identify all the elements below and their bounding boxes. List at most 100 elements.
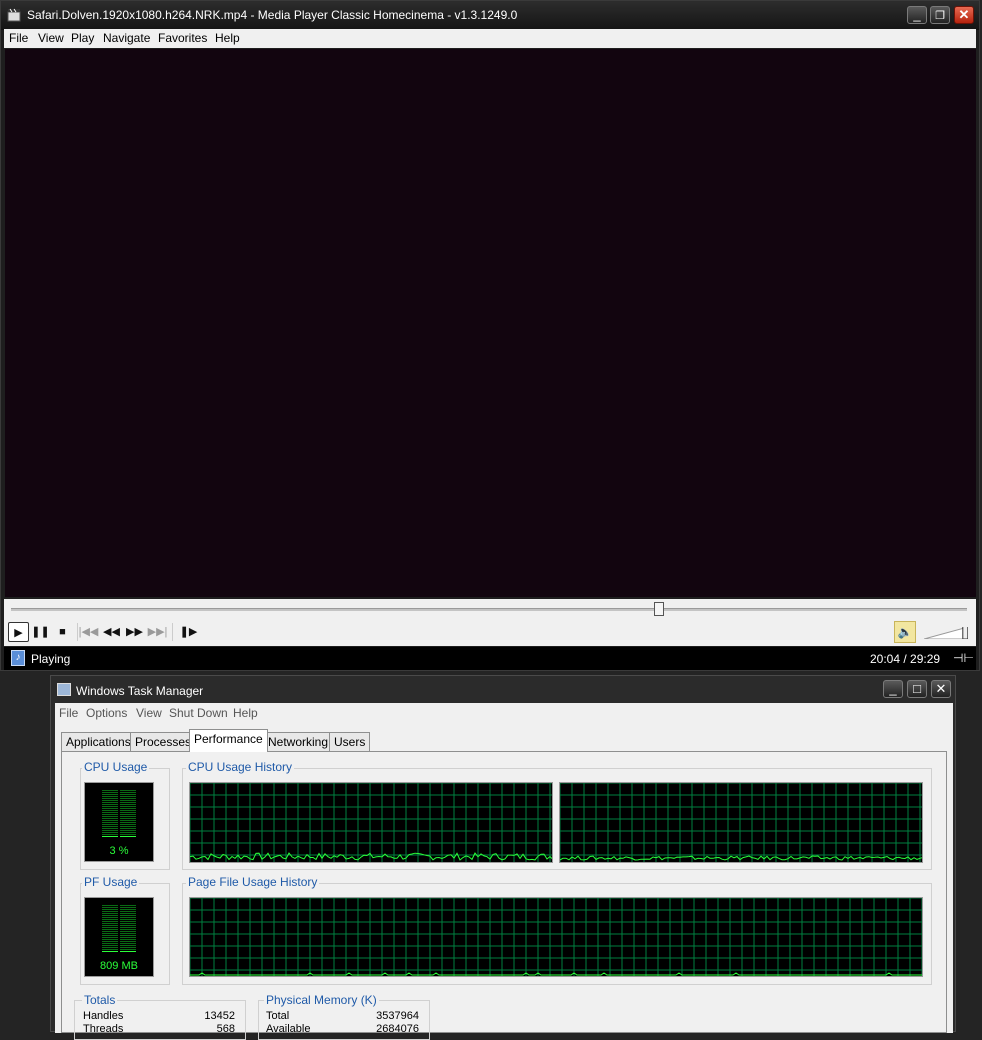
meter-segment: [102, 798, 118, 799]
meter-segment: [102, 806, 118, 807]
meter-segment: [102, 929, 118, 930]
meter-segment: [102, 804, 118, 805]
tab-networking[interactable]: Networking: [263, 732, 334, 751]
menu-file[interactable]: File: [59, 706, 78, 720]
meter-segment: [102, 919, 118, 920]
meter-segment: [120, 927, 136, 928]
menu-bar: File Options View Shut Down Help: [55, 703, 953, 723]
meter-segment: [120, 907, 136, 908]
cpu-history-label: CPU Usage History: [186, 760, 295, 774]
tab-applications[interactable]: Applications: [61, 732, 136, 751]
meter-segment: [120, 947, 136, 948]
rewind-button[interactable]: ◀◀: [101, 622, 122, 642]
menu-options[interactable]: Options: [86, 706, 127, 720]
meter-segment: [120, 826, 136, 827]
seek-thumb[interactable]: [654, 602, 665, 616]
frame-step-button[interactable]: ❚▶: [178, 622, 199, 642]
mute-button[interactable]: 🔈: [894, 621, 916, 643]
meter-segment: [102, 949, 118, 950]
menu-navigate[interactable]: Navigate: [103, 31, 150, 45]
threads-label: Threads: [83, 1023, 124, 1035]
stop-icon: ■: [59, 626, 66, 638]
meter-segment: [120, 945, 136, 946]
menu-file[interactable]: File: [9, 31, 28, 45]
maximize-icon: □: [913, 681, 921, 696]
meter-segment: [120, 812, 136, 813]
cpu-history-graph-core2: [559, 782, 923, 863]
minimize-button[interactable]: _: [907, 6, 927, 24]
meter-segment: [120, 917, 136, 918]
meter-segment: [120, 816, 136, 817]
seek-bar[interactable]: [4, 599, 976, 619]
previous-button[interactable]: |◀◀: [78, 622, 99, 642]
skip-back-icon: |◀◀: [78, 626, 99, 638]
task-manager-icon: [57, 683, 71, 696]
maximize-button[interactable]: □: [907, 680, 927, 698]
menu-favorites-label: Favorites: [158, 31, 208, 45]
meter-segment: [102, 796, 118, 797]
meter-segment: [102, 937, 118, 938]
meter-segment: [120, 909, 136, 910]
tab-processes[interactable]: Processes: [130, 732, 197, 751]
total-memory-label: Total: [266, 1010, 290, 1022]
menu-view[interactable]: View: [38, 31, 64, 45]
cpu-meter-bars: [102, 790, 136, 837]
menu-play[interactable]: Play: [71, 31, 94, 45]
next-button[interactable]: ▶▶|: [147, 622, 168, 642]
minimize-icon: _: [913, 7, 921, 22]
meter-segment: [120, 810, 136, 811]
task-manager-window: Windows Task Manager _ □ ✕ File Options …: [50, 675, 956, 1040]
close-button[interactable]: ✕: [954, 6, 974, 24]
meter-segment: [102, 814, 118, 815]
tab-performance-label: Performance: [194, 732, 263, 746]
menu-options-label: Options: [86, 706, 128, 720]
threads-value: 568: [216, 1023, 235, 1035]
menu-bar: File View Play Navigate Favorites Help: [4, 29, 976, 48]
menu-shut-down-label: Shut Down: [169, 706, 228, 720]
stop-button[interactable]: ■: [52, 622, 73, 642]
window-title: Safari.Dolven.1920x1080.h264.NRK.mp4 - M…: [27, 8, 518, 22]
menu-help[interactable]: Help: [233, 706, 258, 720]
available-memory-label: Available: [266, 1023, 311, 1035]
play-button[interactable]: ▶: [8, 622, 29, 642]
totals-label: Totals: [82, 993, 118, 1007]
fast-forward-button[interactable]: ▶▶: [124, 622, 145, 642]
close-icon: ✕: [958, 7, 970, 22]
menu-help[interactable]: Help: [215, 31, 240, 45]
meter-segment: [120, 941, 136, 942]
available-memory-value: 2684076: [376, 1023, 419, 1035]
video-area[interactable]: [5, 49, 976, 597]
meter-segment: [102, 931, 118, 932]
tab-users[interactable]: Users: [329, 732, 371, 751]
menu-view[interactable]: View: [136, 706, 162, 720]
title-bar[interactable]: Safari.Dolven.1920x1080.h264.NRK.mp4 - M…: [1, 1, 979, 30]
meter-segment: [102, 824, 118, 825]
meter-segment: [120, 822, 136, 823]
meter-segment: [120, 836, 136, 837]
tab-performance[interactable]: Performance: [189, 729, 268, 752]
restore-icon: ❐: [935, 10, 945, 22]
volume-thumb[interactable]: [962, 627, 968, 639]
meter-segment: [120, 824, 136, 825]
play-icon: ▶: [14, 627, 23, 639]
handles-value: 13452: [204, 1010, 235, 1022]
meter-segment: [102, 943, 118, 944]
seek-track[interactable]: [11, 608, 967, 611]
meter-segment: [120, 931, 136, 932]
menu-favorites[interactable]: Favorites: [158, 31, 207, 45]
performance-panel: CPU Usage 3 % CPU Usage History PF Usage…: [61, 751, 947, 1040]
volume-slider[interactable]: [924, 627, 968, 639]
restore-button[interactable]: ❐: [930, 6, 950, 24]
close-button[interactable]: ✕: [931, 680, 951, 698]
cpu-usage-meter: 3 %: [84, 782, 154, 862]
meter-segment: [102, 826, 118, 827]
pf-history-label: Page File Usage History: [186, 875, 320, 889]
menu-shut-down[interactable]: Shut Down: [169, 706, 228, 720]
renderer-icon: ⊣⊢: [953, 651, 974, 665]
pause-button[interactable]: ❚❚: [30, 622, 51, 642]
meter-segment: [102, 917, 118, 918]
window-title: Windows Task Manager: [76, 684, 204, 698]
meter-segment: [120, 915, 136, 916]
control-spacer: [209, 619, 891, 646]
minimize-button[interactable]: _: [883, 680, 903, 698]
